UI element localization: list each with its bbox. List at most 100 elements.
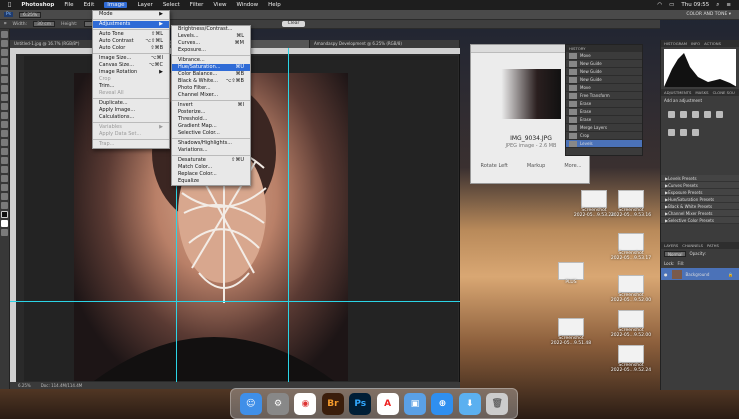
adjust-menu-item[interactable]: Vibrance... [172,57,250,64]
hand-tool-icon[interactable] [1,193,8,200]
crop-tool-icon[interactable]: ⌗ [4,21,7,27]
adjust-menu-item[interactable]: Replace Color... [172,171,250,178]
app-menu[interactable]: Photoshop [21,2,54,8]
layer-row-background[interactable]: ● Background 🔒 [661,268,739,280]
blur-tool-icon[interactable] [1,139,8,146]
finder-icon[interactable]: ☺ [239,392,262,415]
adjust-menu-item[interactable]: Black & White... ⌥⇧⌘B [172,78,250,85]
photoshop-icon[interactable]: Ps [349,392,372,415]
image-menu-item[interactable]: Mode ▶ [93,11,169,18]
bridge-icon[interactable]: Br [321,392,344,415]
image-menu-item[interactable]: Calculations... [93,114,169,121]
dodge-tool-icon[interactable] [1,148,8,155]
markup-button[interactable]: Markup [527,163,546,169]
tab-layers[interactable]: LAYERS [664,243,678,248]
image-menu-item[interactable]: Trim... [93,83,169,90]
tab-actions[interactable]: ACTIONS [704,41,721,46]
adjust-menu-item[interactable]: Equalize [172,178,250,185]
adjust-menu-item[interactable]: Posterize... [172,109,250,116]
path-select-tool-icon[interactable] [1,175,8,182]
tab-masks[interactable]: MASKS [695,90,708,95]
move-tool-icon[interactable] [1,31,8,38]
acrobat-icon[interactable]: A [376,392,399,415]
menu-layer[interactable]: Layer [137,2,152,8]
history-state[interactable]: Levels [566,140,642,148]
vertical-guide[interactable] [288,48,289,389]
adjust-menu-item[interactable]: Channel Mixer... [172,92,250,99]
blend-mode-select[interactable]: Normal [664,251,687,257]
battery-icon[interactable]: ▭ [669,2,674,8]
marquee-tool-icon[interactable] [1,40,8,47]
image-menu-item[interactable]: Apply Image... [93,107,169,114]
tab-info[interactable]: INFO [691,41,700,46]
list-icon[interactable]: ≡ [726,2,731,8]
downloads-icon[interactable]: ⬇ [458,392,481,415]
safari-icon[interactable]: ⊕ [431,392,454,415]
more-button[interactable]: More... [564,163,581,169]
black-white-icon[interactable] [692,128,699,136]
desktop-file-icon[interactable]: Screenshot 2022-05...9.53.16 [603,190,659,218]
eye-icon[interactable]: ● [664,272,668,277]
levels-icon[interactable] [680,111,687,118]
crop-tool-icon[interactable] [1,67,8,74]
search-icon[interactable]: ⌕ [716,2,719,9]
history-state[interactable]: Move [566,84,642,92]
history-state[interactable]: Move [566,52,642,60]
shape-tool-icon[interactable] [1,184,8,191]
zoom-tool-icon[interactable] [1,202,8,209]
image-menu-item[interactable]: Canvas Size... ⌥⌘C [93,62,169,69]
brush-tool-icon[interactable] [1,94,8,101]
tab-adjustments[interactable]: ADJUSTMENTS [664,90,691,95]
width-field[interactable]: 30 cm [33,21,56,27]
clear-button[interactable]: Clear [281,21,306,27]
adjust-menu-item[interactable]: Selective Color... [172,130,250,137]
desktop-file-icon[interactable]: PLUS [543,262,599,285]
tab-amandaspy[interactable]: Amandaspy Development @ 6.25% (RGB/8) [310,40,460,48]
gradient-tool-icon[interactable] [1,130,8,137]
history-state[interactable]: Crop [566,132,642,140]
preview-icon[interactable]: ▣ [404,392,427,415]
stamp-tool-icon[interactable] [1,103,8,110]
menu-select[interactable]: Select [163,2,180,8]
hue-saturation-icon[interactable] [668,128,675,136]
type-tool-icon[interactable] [1,166,8,173]
desktop-file-icon[interactable]: Screenshot 2022-05...9.52.00 [603,310,659,338]
menu-filter[interactable]: Filter [190,2,204,8]
rotate-left-button[interactable]: Rotate Left [480,163,507,169]
brightness-icon[interactable] [668,111,675,118]
history-state[interactable]: Erase [566,108,642,116]
quick-select-tool-icon[interactable] [1,58,8,65]
adjust-menu-item[interactable]: Match Color... [172,164,250,171]
chrome-icon[interactable]: ◉ [294,392,317,415]
history-state[interactable]: Erase [566,100,642,108]
healing-tool-icon[interactable] [1,85,8,92]
adjust-menu-item[interactable]: Gradient Map... [172,123,250,130]
adjust-menu-item[interactable]: Desaturate ⇧⌘U [172,157,250,164]
curves-icon[interactable] [692,111,699,118]
image-menu-item[interactable]: Image Rotation ▶ [93,69,169,76]
desktop-file-icon[interactable]: Screenshot 2022-05...9.52.24 [603,345,659,373]
preset-item[interactable]: ▶ Channel Mixer Presets [661,210,739,217]
eyedropper-tool-icon[interactable] [1,76,8,83]
history-state[interactable]: New Guide [566,76,642,84]
adjust-menu-item[interactable]: Color Balance... ⌘B [172,71,250,78]
menu-image[interactable]: Image [104,2,128,8]
image-menu-item[interactable]: Image Size... ⌥⌘I [93,55,169,62]
background-color-swatch[interactable] [1,220,8,227]
history-state[interactable]: Free Transform [566,92,642,100]
tab-channels[interactable]: CHANNELS [682,243,703,248]
workspace-switcher[interactable]: COLOR AND TONE ▾ [686,12,731,17]
preset-item[interactable]: ▶ Levels Presets [661,175,739,182]
adjust-menu-item[interactable]: Hue/Saturation... ⌘U [172,64,250,71]
adjust-menu-item[interactable]: Shadows/Highlights... [172,140,250,147]
clock[interactable]: Thu 09:55 [681,2,709,8]
zoom-field[interactable]: 6.25% [18,11,42,18]
history-state[interactable]: Erase [566,116,642,124]
image-menu-item[interactable]: Duplicate... [93,100,169,107]
status-zoom[interactable]: 6.25% [18,383,31,388]
image-menu-item[interactable]: Auto Contrast ⌥⇧⌘L [93,38,169,45]
vibrance-icon[interactable] [716,111,723,118]
preset-item[interactable]: ▶ Exposure Presets [661,189,739,196]
adjust-menu-item[interactable]: Brightness/Contrast... [172,26,250,33]
menu-edit[interactable]: Edit [84,2,95,8]
